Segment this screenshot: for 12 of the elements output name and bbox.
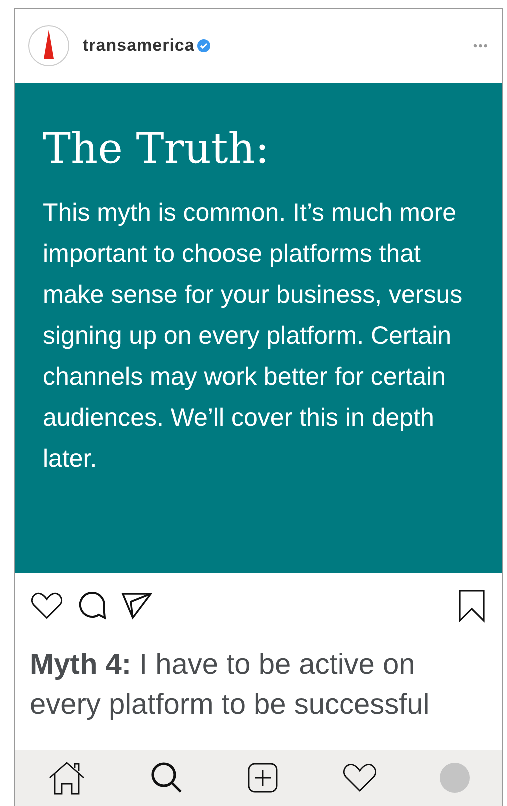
heart-icon[interactable] xyxy=(342,763,377,793)
caption: Myth 4: I have to be active on every platform to be successful xyxy=(29,648,431,723)
heart-icon[interactable] xyxy=(31,592,63,620)
account-name[interactable]: transamerica xyxy=(83,33,195,59)
search-icon[interactable] xyxy=(150,761,184,795)
tower-logo-icon xyxy=(28,25,70,67)
comment-icon[interactable] xyxy=(77,591,107,621)
slide-body: This myth is common. It’s much more important to choose platforms that make sense for your business, versus signing up on every platform. Certain channels may work better for certain audiences. We’ll cover this in depth later. xyxy=(43,198,464,475)
bookmark-icon[interactable] xyxy=(458,589,486,623)
slide-title: The Truth: xyxy=(43,123,270,175)
send-icon[interactable] xyxy=(121,592,153,620)
add-icon[interactable] xyxy=(247,762,280,794)
